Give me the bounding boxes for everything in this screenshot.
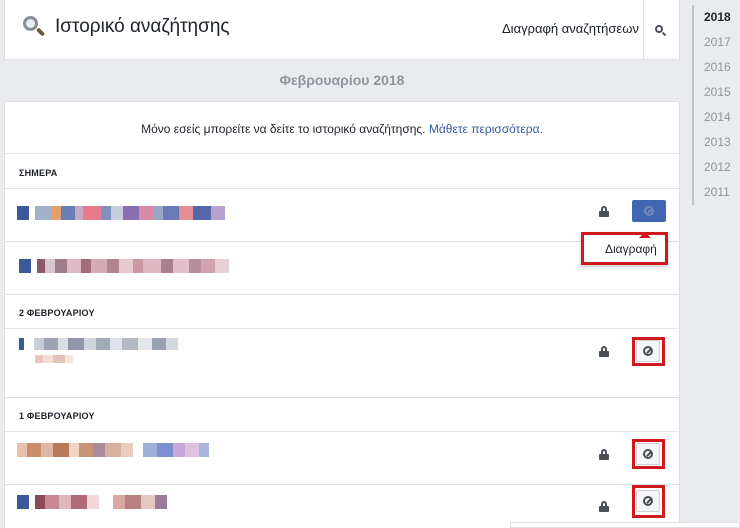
no-entry-icon <box>643 496 653 506</box>
redacted-entry-subtext <box>35 355 73 363</box>
privacy-notice: Μόνο εσείς μπορείτε να δείτε το ιστορικό… <box>5 102 679 154</box>
delete-tooltip-label: Διαγραφή <box>605 242 657 256</box>
year-item[interactable]: 2015 <box>704 84 731 109</box>
section-heading-today: ΣΗΜΕΡΑ <box>5 155 679 189</box>
redacted-entry <box>17 206 225 220</box>
lock-icon <box>599 346 609 357</box>
year-item[interactable]: 2018 <box>704 9 731 34</box>
year-item[interactable]: 2016 <box>704 59 731 84</box>
page-title: Ιστορικό αναζήτησης <box>55 16 230 37</box>
list-item <box>5 189 679 242</box>
section-heading-feb-2: 2 ΦΕΒΡΟΥΑΡΙΟΥ <box>5 295 679 329</box>
redacted-entry <box>17 443 209 457</box>
search-icon[interactable] <box>650 20 670 40</box>
delete-button[interactable] <box>636 490 660 512</box>
lock-icon <box>599 206 609 217</box>
header-title: Ιστορικό αναζήτησης <box>21 14 230 40</box>
header-divider <box>643 0 644 60</box>
no-entry-icon <box>643 346 653 356</box>
clear-searches-link[interactable]: Διαγραφή αναζητήσεων <box>502 21 639 36</box>
year-list: 2018 2017 2016 2015 2014 2013 2012 2011 <box>704 9 731 209</box>
year-item[interactable]: 2011 <box>704 184 731 209</box>
list-item <box>5 432 679 485</box>
list-item <box>5 242 679 295</box>
header-card: Ιστορικό αναζήτησης Διαγραφή αναζητήσεων <box>4 0 680 60</box>
redacted-entry <box>19 259 229 273</box>
redacted-entry <box>17 495 167 509</box>
section-heading-feb-1: 1 ΦΕΒΡΟΥΑΡΙΟΥ <box>5 398 679 432</box>
chat-bar-edge <box>510 522 740 528</box>
year-item[interactable]: 2017 <box>704 34 731 59</box>
redacted-entry <box>19 338 178 350</box>
learn-more-link[interactable]: Μάθετε περισσότερα. <box>429 122 543 136</box>
year-rail <box>692 5 694 205</box>
lock-icon <box>599 501 609 512</box>
delete-button[interactable] <box>636 443 660 465</box>
activity-card: Μόνο εσείς μπορείτε να δείτε το ιστορικό… <box>4 101 680 528</box>
year-item[interactable]: 2012 <box>704 159 731 184</box>
delete-button[interactable] <box>632 200 666 222</box>
year-item[interactable]: 2014 <box>704 109 731 134</box>
delete-tooltip[interactable]: Διαγραφή <box>581 232 668 265</box>
month-title: Φεβρουαρίου 2018 <box>279 72 405 88</box>
list-item <box>5 329 679 398</box>
delete-button[interactable] <box>636 340 660 362</box>
magnifier-icon <box>21 14 47 40</box>
year-item[interactable]: 2013 <box>704 134 731 159</box>
privacy-notice-text: Μόνο εσείς μπορείτε να δείτε το ιστορικό… <box>141 122 426 136</box>
no-entry-icon <box>644 206 654 216</box>
no-entry-icon <box>643 449 653 459</box>
lock-icon <box>599 449 609 460</box>
